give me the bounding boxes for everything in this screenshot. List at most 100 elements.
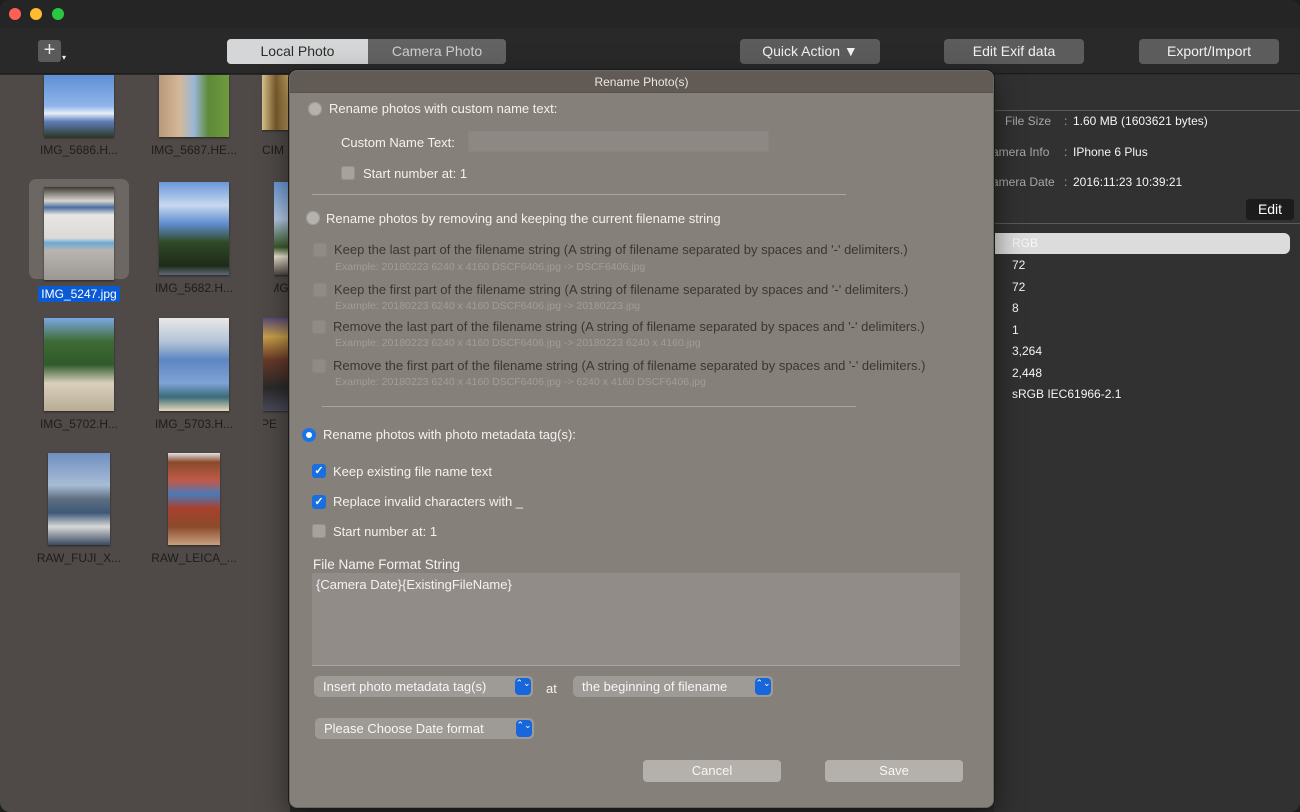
popup-arrows-icon: ⌃⌄	[515, 678, 531, 695]
zoom-window-button[interactable]	[52, 8, 64, 20]
radio-remove-keep[interactable]	[306, 211, 320, 225]
photo-item[interactable]: IMG_5682.H...	[144, 182, 244, 295]
exif-value[interactable]: sRGB IEC61966-2.1	[1012, 387, 1121, 401]
radio-remove-keep-label: Rename photos by removing and keeping th…	[326, 211, 721, 226]
tab-camera-photo[interactable]: Camera Photo	[368, 39, 506, 64]
divider	[994, 110, 1300, 111]
checkbox-start-number-custom[interactable]	[341, 166, 355, 180]
colon: :	[1064, 175, 1068, 189]
photo-thumbnail	[159, 75, 229, 137]
add-menu-caret-icon[interactable]: ▾	[62, 53, 66, 62]
colon: :	[1064, 114, 1068, 128]
photo-thumbnail	[274, 182, 290, 275]
photo-item[interactable]: CIM	[262, 75, 290, 157]
start-number-metadata-label: Start number at: 1	[333, 524, 438, 539]
photo-label: IMG_5247.jpg	[38, 286, 120, 302]
photo-item[interactable]: IMG_5702.H...	[29, 318, 129, 431]
photo-label: RAW_LEICA_...	[151, 551, 237, 565]
quick-action-button[interactable]: Quick Action ▼	[740, 39, 880, 64]
separator	[322, 406, 856, 407]
photo-thumbnail	[159, 182, 229, 275]
checkmark-icon: ✓	[314, 465, 324, 477]
radio-custom-name-label: Rename photos with custom name text:	[329, 101, 558, 116]
photo-item[interactable]: RAW_LEICA_...	[144, 453, 244, 565]
cancel-button[interactable]: Cancel	[643, 760, 781, 782]
photo-thumbnail	[262, 75, 290, 130]
file-size-value: 1.60 MB (1603621 bytes)	[1073, 114, 1208, 128]
edit-exif-button[interactable]: Edit Exif data	[944, 39, 1084, 64]
divider	[994, 223, 1300, 224]
format-string-textarea[interactable]: {Camera Date}{ExistingFileName}	[312, 573, 960, 666]
edit-info-button[interactable]: Edit	[1246, 199, 1294, 220]
photo-label: RAW_FUJI_X...	[36, 551, 122, 565]
date-format-popup[interactable]: Please Choose Date format ⌃⌄	[315, 718, 534, 739]
app-window: + ▾ Local Photo Camera Photo Quick Actio…	[0, 0, 1300, 812]
rename-dialog: Rename Photo(s) Rename photos with custo…	[289, 70, 994, 808]
colon: :	[1064, 145, 1068, 159]
camera-info-value: IPhone 6 Plus	[1073, 145, 1148, 159]
photo-item[interactable]: JPE	[263, 318, 290, 431]
exif-value[interactable]: 72	[1012, 280, 1025, 294]
exif-value[interactable]: 3,264	[1012, 344, 1042, 358]
dialog-title: Rename Photo(s)	[290, 71, 993, 93]
checkbox-keep-last[interactable]	[313, 243, 327, 257]
photo-thumbnail	[44, 187, 114, 280]
keep-last-label: Keep the last part of the filename strin…	[334, 242, 908, 257]
format-string-label: File Name Format String	[313, 557, 461, 572]
custom-name-input[interactable]	[468, 131, 769, 152]
photo-label: IMG_5702.H...	[39, 417, 119, 431]
save-button[interactable]: Save	[825, 760, 963, 782]
keep-last-example: Example: 20180223 6240 x 4160 DSCF6406.j…	[335, 261, 646, 273]
photo-item[interactable]: IMG_5687.HE...	[144, 75, 244, 157]
start-number-custom-label: Start number at: 1	[363, 166, 468, 181]
file-size-key: File Size	[1005, 114, 1052, 128]
keep-existing-label: Keep existing file name text	[333, 464, 492, 479]
popup-arrows-icon: ⌃⌄	[516, 720, 532, 737]
info-panel: File Size : 1.60 MB (1603621 bytes) amer…	[992, 75, 1300, 812]
photo-label: IMG_5687.HE...	[150, 143, 238, 157]
tab-local-photo[interactable]: Local Photo	[227, 39, 368, 64]
camera-date-value: 2016:11:23 10:39:21	[1073, 175, 1183, 189]
photo-item[interactable]: RAW_FUJI_X...	[29, 453, 129, 565]
checkbox-remove-last[interactable]	[312, 320, 326, 334]
add-button[interactable]: +	[38, 40, 61, 62]
photo-label: CIM	[262, 143, 284, 157]
photo-label: IMG_5682.H...	[154, 281, 234, 295]
photo-label: IMG_5686.H...	[39, 143, 119, 157]
date-format-popup-value: Please Choose Date format	[324, 721, 484, 736]
checkbox-keep-existing[interactable]: ✓	[312, 464, 326, 478]
remove-first-example: Example: 20180223 6240 x 4160 DSCF6406.j…	[335, 376, 706, 388]
close-window-button[interactable]	[9, 8, 21, 20]
photo-item[interactable]: IMG_5703.H...	[144, 318, 244, 431]
photo-label: IMG_5703.H...	[154, 417, 234, 431]
checkbox-remove-first[interactable]	[312, 359, 326, 373]
radio-metadata-tags[interactable]	[302, 428, 316, 442]
exif-value[interactable]: 2,448	[1012, 366, 1042, 380]
position-popup-value: the beginning of filename	[582, 679, 728, 694]
photo-thumbnail	[48, 453, 110, 545]
checkbox-replace-invalid[interactable]: ✓	[312, 495, 326, 509]
insert-tag-popup[interactable]: Insert photo metadata tag(s) ⌃⌄	[314, 676, 533, 697]
position-popup[interactable]: the beginning of filename ⌃⌄	[573, 676, 773, 697]
photo-item[interactable]: IMG	[274, 182, 290, 295]
replace-invalid-label: Replace invalid characters with _	[333, 494, 524, 509]
checkbox-start-number-metadata[interactable]	[312, 524, 326, 538]
photo-thumbnail	[263, 318, 290, 411]
photo-label: IMG	[274, 281, 289, 295]
exif-value[interactable]: 72	[1012, 258, 1025, 272]
camera-info-key: amera Info	[992, 145, 1050, 159]
minimize-window-button[interactable]	[30, 8, 42, 20]
plus-icon: +	[43, 39, 56, 61]
separator	[312, 194, 846, 195]
checkbox-keep-first[interactable]	[313, 283, 327, 297]
exif-value[interactable]: 8	[1012, 301, 1019, 315]
photo-thumbnail	[44, 318, 114, 411]
export-import-button[interactable]: Export/Import	[1139, 39, 1279, 64]
photo-thumbnail	[44, 75, 114, 137]
keep-first-label: Keep the first part of the filename stri…	[334, 282, 909, 297]
photo-item[interactable]: IMG_5686.H...	[29, 75, 129, 157]
radio-custom-name[interactable]	[308, 102, 322, 116]
photo-item[interactable]: IMG_5247.jpg	[29, 187, 129, 303]
exif-value[interactable]: 1	[1012, 323, 1019, 337]
exif-row-selected[interactable]: RGB	[994, 233, 1290, 254]
